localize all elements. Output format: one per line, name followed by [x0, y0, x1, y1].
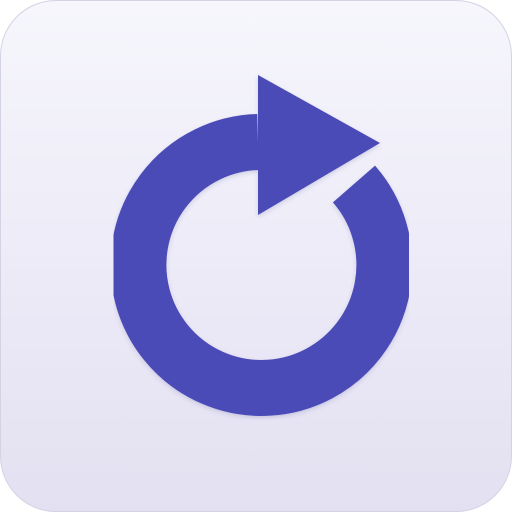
- app-icon-tile[interactable]: [0, 0, 512, 512]
- refresh-icon: [110, 75, 413, 416]
